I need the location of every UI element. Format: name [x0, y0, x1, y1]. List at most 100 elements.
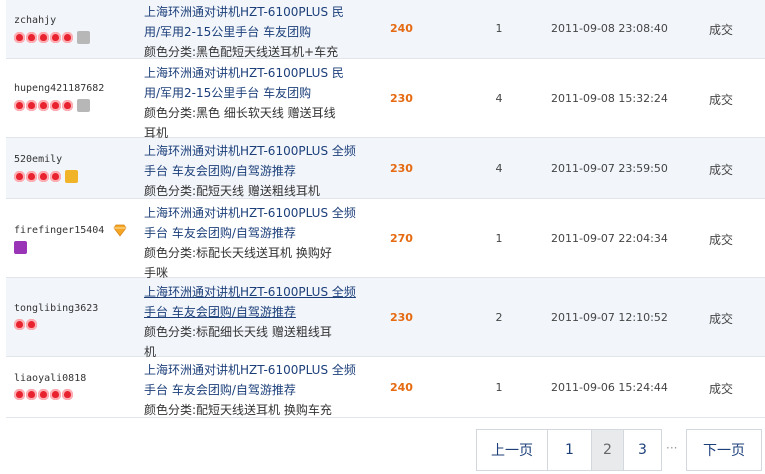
price: 270 — [390, 232, 413, 245]
table-row: hupeng421187682 上海环洲通对讲机HZT-6100PLUS 民 用… — [6, 59, 765, 140]
price: 230 — [390, 311, 413, 324]
deal-status: 成交 — [709, 312, 734, 326]
quantity: 1 — [495, 381, 503, 394]
heart-icon — [26, 100, 37, 111]
product-cell: 上海环洲通对讲机HZT-6100PLUS 全频 手台 车友会团购/自驾游推荐 颜… — [144, 360, 366, 420]
product-sku: 颜色分类:配短天线 赠送粗线耳机 — [144, 184, 320, 198]
buyer-rank — [14, 319, 139, 330]
product-title-line[interactable]: 手台 车友会团购/自驾游推荐 — [144, 302, 366, 322]
deal-time: 2011-09-07 12:10:52 — [551, 311, 668, 324]
product-title-line[interactable]: 上海环洲通对讲机HZT-6100PLUS 民 — [144, 63, 366, 83]
member-badge-icon — [77, 31, 90, 44]
deal-status: 成交 — [709, 163, 734, 177]
buyer-name[interactable]: 520emily — [14, 153, 139, 167]
page-3-button[interactable]: 3 — [624, 429, 662, 471]
heart-icon — [38, 171, 49, 182]
buyer-cell: hupeng421187682 — [14, 82, 139, 112]
buyer-name[interactable]: zchahjy — [14, 14, 139, 28]
heart-icon — [38, 389, 49, 400]
product-title-line[interactable]: 手台 车友会团购/自驾游推荐 — [144, 223, 366, 243]
price: 230 — [390, 92, 413, 105]
product-cell: 上海环洲通对讲机HZT-6100PLUS 全频 手台 车友会团购/自驾游推荐 颜… — [144, 282, 366, 362]
product-cell: 上海环洲通对讲机HZT-6100PLUS 民 用/军用2-15公里手台 车友团购… — [144, 2, 366, 62]
deal-time: 2011-09-08 23:08:40 — [551, 22, 668, 35]
buyer-rank — [14, 241, 139, 254]
product-title-line[interactable]: 手台 车友会团购/自驾游推荐 — [144, 380, 366, 400]
page-2-current: 2 — [592, 429, 624, 471]
heart-icon — [14, 319, 25, 330]
quantity: 4 — [495, 92, 503, 105]
heart-icon — [14, 32, 25, 43]
heart-icon — [38, 100, 49, 111]
page-1-button[interactable]: 1 — [548, 429, 592, 471]
buyer-cell: tonglibing3623 — [14, 302, 139, 330]
price: 230 — [390, 162, 413, 175]
product-cell: 上海环洲通对讲机HZT-6100PLUS 全频 手台 车友会团购/自驾游推荐 颜… — [144, 203, 366, 283]
buyer-rank — [14, 31, 139, 44]
heart-icon — [50, 389, 61, 400]
heart-icon — [50, 171, 61, 182]
deal-status: 成交 — [709, 93, 734, 107]
buyer-cell: firefinger15404 — [14, 223, 139, 254]
product-cell: 上海环洲通对讲机HZT-6100PLUS 全频 手台 车友会团购/自驾游推荐 颜… — [144, 141, 366, 201]
heart-icon — [26, 171, 37, 182]
product-sku: 颜色分类:标配长天线送耳机 换购好 — [144, 246, 332, 260]
prev-page-button[interactable]: 上一页 — [476, 429, 548, 471]
product-title-line[interactable]: 用/军用2-15公里手台 车友团购 — [144, 22, 366, 42]
price: 240 — [390, 22, 413, 35]
next-page-button[interactable]: 下一页 — [686, 429, 762, 471]
price: 240 — [390, 381, 413, 394]
buyer-cell: zchahjy — [14, 14, 139, 44]
product-title-line[interactable]: 上海环洲通对讲机HZT-6100PLUS 民 — [144, 2, 366, 22]
heart-icon — [26, 32, 37, 43]
product-title-line[interactable]: 用/军用2-15公里手台 车友团购 — [144, 83, 366, 103]
quantity: 1 — [495, 22, 503, 35]
heart-icon — [14, 389, 25, 400]
heart-icon — [50, 32, 61, 43]
heart-icon — [14, 171, 25, 182]
diamond-icon — [113, 224, 127, 237]
table-row: 520emily 上海环洲通对讲机HZT-6100PLUS 全频 手台 车友会团… — [6, 138, 765, 199]
buyer-name[interactable]: firefinger15404 — [14, 223, 139, 238]
heart-icon — [14, 100, 25, 111]
heart-icon — [62, 389, 73, 400]
deal-status: 成交 — [709, 23, 734, 37]
member-badge-icon — [14, 241, 27, 254]
quantity: 4 — [495, 162, 503, 175]
buyer-cell: 520emily — [14, 153, 139, 183]
deal-time: 2011-09-07 23:59:50 — [551, 162, 668, 175]
heart-icon — [50, 100, 61, 111]
buyer-name[interactable]: liaoyali0818 — [14, 372, 139, 386]
product-title-line[interactable]: 手台 车友会团购/自驾游推荐 — [144, 161, 366, 181]
product-title-line[interactable]: 上海环洲通对讲机HZT-6100PLUS 全频 — [144, 203, 366, 223]
heart-icon — [38, 32, 49, 43]
product-cell: 上海环洲通对讲机HZT-6100PLUS 民 用/军用2-15公里手台 车友团购… — [144, 63, 366, 143]
buyer-rank — [14, 170, 139, 183]
table-row: zchahjy 上海环洲通对讲机HZT-6100PLUS 民 用/军用2-15公… — [6, 0, 765, 59]
deal-time: 2011-09-07 22:04:34 — [551, 232, 668, 245]
member-badge-icon — [65, 170, 78, 183]
page-ellipsis: ··· — [666, 441, 678, 455]
product-title-line[interactable]: 上海环洲通对讲机HZT-6100PLUS 全频 — [144, 282, 366, 302]
buyer-name-text[interactable]: firefinger15404 — [14, 225, 104, 236]
deal-status: 成交 — [709, 233, 734, 247]
buyer-cell: liaoyali0818 — [14, 372, 139, 400]
product-title-line[interactable]: 上海环洲通对讲机HZT-6100PLUS 全频 — [144, 141, 366, 161]
deal-time: 2011-09-08 15:32:24 — [551, 92, 668, 105]
member-badge-icon — [77, 99, 90, 112]
buyer-rank — [14, 389, 139, 400]
heart-icon — [62, 32, 73, 43]
buyer-name[interactable]: hupeng421187682 — [14, 82, 139, 96]
product-sku: 颜色分类:黑色 细长软天线 赠送耳线 — [144, 106, 336, 120]
heart-icon — [26, 319, 37, 330]
buyer-name[interactable]: tonglibing3623 — [14, 302, 139, 316]
product-title-line[interactable]: 上海环洲通对讲机HZT-6100PLUS 全频 — [144, 360, 366, 380]
table-row: liaoyali0818 上海环洲通对讲机HZT-6100PLUS 全频 手台 … — [6, 357, 765, 418]
deal-status: 成交 — [709, 382, 734, 396]
table-row: tonglibing3623 上海环洲通对讲机HZT-6100PLUS 全频 手… — [6, 278, 765, 359]
buyer-rank — [14, 99, 139, 112]
quantity: 1 — [495, 232, 503, 245]
table-row: firefinger15404 上海环洲通对讲机HZT-6100PLUS 全频 … — [6, 199, 765, 280]
product-sku: 颜色分类:标配细长天线 赠送粗线耳 — [144, 325, 332, 339]
product-sku: 颜色分类:配短天线送耳机 换购车充 — [144, 403, 332, 417]
